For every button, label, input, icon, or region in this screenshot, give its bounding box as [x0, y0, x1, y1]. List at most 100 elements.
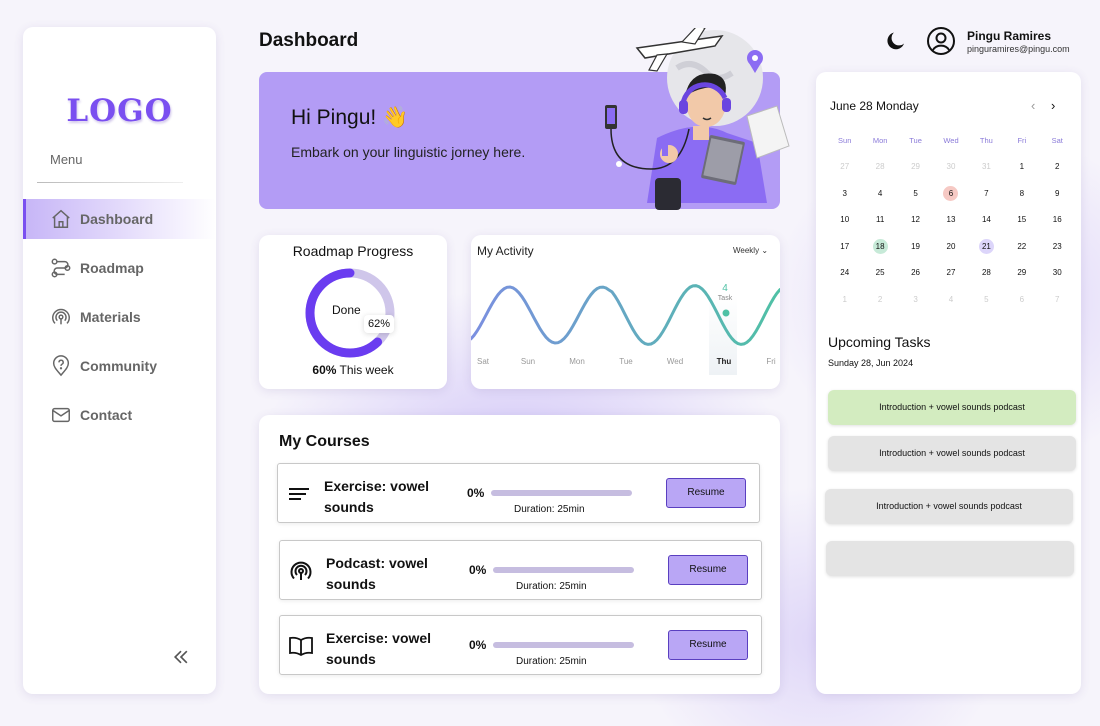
calendar-day[interactable]: 13 [933, 212, 968, 227]
greeting: Hi Pingu! 👋 [291, 106, 409, 129]
chevron-left-icon[interactable]: ‹ [1031, 98, 1035, 113]
sidebar-item-label: Community [80, 358, 157, 374]
week-text: This week [336, 363, 394, 377]
question-icon [50, 355, 72, 377]
user-name: Pingu Ramires [967, 29, 1052, 43]
range-select[interactable]: Weekly ⌄ [733, 246, 768, 255]
resume-button[interactable]: Resume [668, 630, 748, 660]
calendar-day[interactable]: 22 [1004, 239, 1039, 254]
dark-mode-toggle[interactable] [884, 29, 908, 53]
activity-card: 4 Task Sat Sun Mon Tue Wed Thu Fri My Activity… [471, 235, 780, 389]
sidebar: LOGO Menu Dashboard Roadmap Materials Co… [23, 27, 216, 694]
calendar-day[interactable]: 21 [969, 238, 1004, 254]
calendar-day[interactable]: 14 [969, 212, 1004, 227]
range-select-value: Weekly [733, 246, 760, 255]
calendar-day[interactable]: 5 [969, 292, 1004, 307]
sidebar-item-contact[interactable]: Contact [23, 395, 216, 435]
course-row[interactable]: Podcast: vowel sounds 0% Duration: 25min… [279, 540, 762, 600]
calendar-day[interactable]: 20 [933, 239, 968, 254]
sidebar-item-community[interactable]: Community [23, 346, 216, 386]
calendar-day[interactable]: 5 [898, 186, 933, 201]
weekday-label: Tue [909, 135, 922, 145]
course-row[interactable]: Exercise: vowel sounds 0% Duration: 25mi… [277, 463, 760, 523]
calendar-day[interactable]: 30 [1040, 265, 1075, 280]
upcoming-tasks-date: Sunday 28, Jun 2024 [828, 358, 914, 368]
calendar-day[interactable]: 2 [862, 292, 897, 307]
calendar-day[interactable]: 1 [1004, 159, 1039, 174]
logo[interactable]: LOGO [23, 93, 216, 129]
course-progress-bar [491, 490, 632, 496]
calendar-day[interactable]: 10 [827, 212, 862, 227]
calendar-day[interactable]: 15 [1004, 212, 1039, 227]
calendar-day[interactable]: 18 [862, 238, 897, 254]
home-icon [50, 208, 72, 230]
user-email: pinguramires@pingu.com [967, 44, 1070, 54]
calendar-day[interactable]: 19 [898, 239, 933, 254]
weekday-label: Thu [979, 135, 993, 145]
resume-button[interactable]: Resume [666, 478, 746, 508]
day-label: Tue [619, 357, 633, 366]
calendar-day[interactable]: 31 [969, 159, 1004, 174]
task-item[interactable]: Introduction + vowel sounds podcast [828, 390, 1076, 425]
calendar-week: 1234567 [827, 286, 1075, 313]
calendar-day[interactable]: 4 [862, 186, 897, 201]
course-percent: 0% [467, 486, 485, 500]
roadmap-progress-card: Roadmap Progress Done 62% 60% This week [259, 235, 447, 389]
roadmap-icon [50, 257, 72, 279]
calendar-day[interactable]: 25 [862, 265, 897, 280]
calendar-day[interactable]: 16 [1040, 212, 1075, 227]
calendar-day[interactable]: 26 [898, 265, 933, 280]
course-row[interactable]: Exercise: vowel sounds 0% Duration: 25mi… [279, 615, 762, 675]
sidebar-item-dashboard[interactable]: Dashboard [23, 199, 216, 239]
calendar-day[interactable]: 7 [969, 186, 1004, 201]
banner-subtitle: Embark on your linguistic jorney here. [291, 144, 526, 160]
calendar-day[interactable]: 27 [827, 159, 862, 174]
task-item[interactable] [826, 541, 1074, 576]
calendar-day[interactable]: 23 [1040, 239, 1075, 254]
calendar-day[interactable]: 6 [1004, 292, 1039, 307]
sidebar-item-label: Dashboard [80, 211, 154, 227]
calendar-day[interactable]: 11 [862, 212, 897, 227]
roadmap-title: Roadmap Progress [292, 243, 414, 259]
collapse-sidebar-button[interactable] [171, 647, 195, 671]
day-label: Sun [521, 357, 535, 366]
day-label: Mon [569, 357, 585, 366]
calendar-day[interactable]: 7 [1040, 292, 1075, 307]
calendar-day[interactable]: 30 [933, 159, 968, 174]
text-lines-icon [289, 488, 309, 500]
resume-button[interactable]: Resume [668, 555, 748, 585]
calendar-day[interactable]: 28 [969, 265, 1004, 280]
calendar-day[interactable]: 29 [1004, 265, 1039, 280]
course-name: Exercise: vowel sounds [326, 630, 432, 667]
calendar-day[interactable]: 1 [827, 292, 862, 307]
menu-label: Menu [50, 152, 83, 167]
calendar-day[interactable]: 28 [862, 159, 897, 174]
chevron-right-icon[interactable]: › [1051, 98, 1055, 113]
day-label: Wed [667, 357, 683, 366]
calendar-day[interactable]: 9 [1040, 186, 1075, 201]
calendar-day[interactable]: 3 [898, 292, 933, 307]
weekday-label: Mon [872, 135, 888, 145]
avatar[interactable] [926, 26, 956, 56]
sidebar-item-materials[interactable]: Materials [23, 297, 216, 337]
calendar-day[interactable]: 4 [933, 292, 968, 307]
highlight-value: 4 [722, 283, 728, 294]
weekday-label: Sat [1051, 135, 1063, 145]
weekday-label: Wed [943, 135, 959, 145]
calendar-day[interactable]: 17 [827, 239, 862, 254]
book-icon [289, 636, 313, 657]
calendar-day[interactable]: 2 [1040, 159, 1075, 174]
task-item[interactable]: Introduction + vowel sounds podcast [828, 436, 1076, 471]
calendar-day[interactable]: 8 [1004, 186, 1039, 201]
sidebar-item-roadmap[interactable]: Roadmap [23, 248, 216, 288]
calendar-day[interactable]: 24 [827, 265, 862, 280]
calendar-day[interactable]: 12 [898, 212, 933, 227]
calendar-day[interactable]: 3 [827, 186, 862, 201]
chevron-down-icon: ⌄ [761, 246, 769, 255]
day-labels: Sat Sun Mon Tue Wed Thu Fri [477, 357, 776, 366]
calendar-day[interactable]: 29 [898, 159, 933, 174]
day-label: Sat [477, 357, 490, 366]
task-item[interactable]: Introduction + vowel sounds podcast [825, 489, 1073, 524]
calendar-day[interactable]: 27 [933, 265, 968, 280]
calendar-day[interactable]: 6 [933, 185, 968, 201]
